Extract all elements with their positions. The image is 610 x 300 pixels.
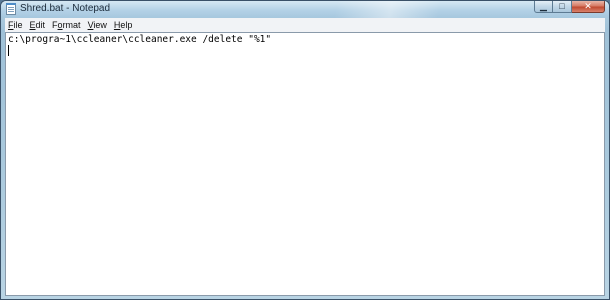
menu-bar: File Edit Format View Help [5,18,605,33]
close-icon: ✕ [584,1,592,11]
caption-buttons: ▁ □ ✕ [534,1,605,14]
text-caret [8,45,9,56]
window-title: Shred.bat - Notepad [20,3,111,14]
menu-format[interactable]: Format [49,18,84,32]
maximize-icon: □ [559,1,565,11]
menu-view[interactable]: View [85,18,110,32]
minimize-button[interactable]: ▁ [534,1,553,13]
menu-help[interactable]: Help [111,18,136,32]
notepad-icon[interactable] [6,3,16,15]
notepad-window: Shred.bat - Notepad ▁ □ ✕ File Edit Form… [0,0,610,300]
maximize-button[interactable]: □ [553,1,572,13]
editor-content[interactable]: c:\progra~1\ccleaner\ccleaner.exe /delet… [8,34,271,45]
menu-file[interactable]: File [5,18,26,32]
menu-edit[interactable]: Edit [27,18,49,32]
close-button[interactable]: ✕ [572,1,605,13]
minimize-icon: ▁ [540,1,547,11]
title-bar[interactable]: Shred.bat - Notepad ▁ □ ✕ [1,1,609,18]
text-editor[interactable]: c:\progra~1\ccleaner\ccleaner.exe /delet… [5,32,605,296]
